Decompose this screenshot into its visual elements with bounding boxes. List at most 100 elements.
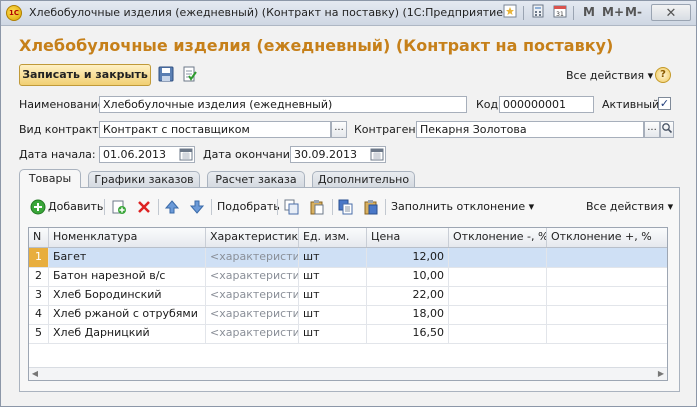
- row-price[interactable]: 16,50: [367, 324, 449, 343]
- copy-icon[interactable]: [284, 199, 300, 215]
- row-deviation-plus[interactable]: [547, 248, 667, 267]
- row-deviation-plus[interactable]: [547, 305, 667, 324]
- row-deviation-plus[interactable]: [547, 286, 667, 305]
- row-deviation-minus[interactable]: [449, 248, 547, 267]
- row-number: 5: [29, 324, 49, 343]
- row-deviation-minus[interactable]: [449, 286, 547, 305]
- copy-rows-icon[interactable]: [338, 199, 354, 215]
- scroll-right-icon[interactable]: ▶: [655, 368, 667, 380]
- row-characteristic[interactable]: <характеристи...: [206, 286, 299, 305]
- row-unit[interactable]: шт: [299, 286, 367, 305]
- help-button[interactable]: ?: [655, 67, 671, 83]
- table-all-actions-menu[interactable]: Все действия ▾: [586, 200, 673, 213]
- row-item[interactable]: Хлеб Бородинский: [49, 286, 206, 305]
- goods-table[interactable]: N Номенклатура Характеристика Ед. изм. Ц…: [28, 227, 668, 381]
- memory-button[interactable]: M: [583, 5, 595, 19]
- column-header-deviation-plus[interactable]: Отклонение +, %: [547, 228, 667, 247]
- horizontal-scrollbar[interactable]: ◀ ▶: [29, 367, 667, 380]
- table-row[interactable]: 5 Хлеб Дарницкий <характеристи... шт 16,…: [29, 324, 667, 344]
- add-button[interactable]: Добавить: [48, 200, 103, 213]
- row-price[interactable]: 12,00: [367, 248, 449, 267]
- pick-button[interactable]: Подобрать: [217, 200, 280, 213]
- name-label: Наименование:: [19, 98, 109, 111]
- save-icon[interactable]: [158, 66, 176, 84]
- row-deviation-minus[interactable]: [449, 305, 547, 324]
- row-characteristic[interactable]: <характеристи...: [206, 324, 299, 343]
- calculator-icon[interactable]: [529, 4, 547, 22]
- contract-type-field[interactable]: Контракт с поставщиком: [99, 121, 331, 138]
- app-logo-icon[interactable]: 1С: [6, 5, 22, 21]
- row-price[interactable]: 18,00: [367, 305, 449, 324]
- table-row[interactable]: 2 Батон нарезной в/с <характеристи... шт…: [29, 267, 667, 287]
- paste-icon[interactable]: [309, 199, 325, 215]
- counterparty-select-button[interactable]: ...: [644, 121, 660, 138]
- table-row[interactable]: 4 Хлеб ржаной с отрубями <характеристи..…: [29, 305, 667, 325]
- start-date-label: Дата начала:: [19, 148, 96, 161]
- row-characteristic[interactable]: <характеристи...: [206, 248, 299, 267]
- row-item[interactable]: Хлеб ржаной с отрубями: [49, 305, 206, 324]
- row-unit[interactable]: шт: [299, 305, 367, 324]
- tab-additional[interactable]: Дополнительно: [312, 171, 415, 188]
- column-header-deviation-minus[interactable]: Отклонение -, %: [449, 228, 547, 247]
- row-item[interactable]: Багет: [49, 248, 206, 267]
- row-item[interactable]: Хлеб Дарницкий: [49, 324, 206, 343]
- column-header-characteristic[interactable]: Характеристика: [206, 228, 299, 247]
- row-number: 4: [29, 305, 49, 324]
- form-all-actions-menu[interactable]: Все действия ▾: [566, 69, 653, 82]
- start-date-calendar-icon[interactable]: [179, 147, 193, 161]
- paste-rows-icon[interactable]: [363, 199, 379, 215]
- code-label: Код:: [476, 98, 502, 111]
- active-checkbox[interactable]: ✓: [658, 97, 671, 110]
- active-label: Активный:: [602, 98, 663, 111]
- close-icon: ✕: [665, 6, 677, 21]
- contract-type-label: Вид контракта:: [19, 123, 109, 136]
- row-characteristic[interactable]: <характеристи...: [206, 267, 299, 286]
- post-document-icon[interactable]: [181, 66, 199, 84]
- row-price[interactable]: 10,00: [367, 267, 449, 286]
- delete-icon[interactable]: [136, 199, 152, 215]
- title-bar: 1С Хлебобулочные изделия (ежедневный) (К…: [1, 1, 696, 26]
- scroll-left-icon[interactable]: ◀: [29, 368, 41, 380]
- tab-order-calculation[interactable]: Расчет заказа: [207, 171, 305, 188]
- column-header-unit[interactable]: Ед. изм.: [299, 228, 367, 247]
- end-date-calendar-icon[interactable]: [370, 147, 384, 161]
- tab-order-schedules[interactable]: Графики заказов: [88, 171, 200, 188]
- row-deviation-plus[interactable]: [547, 267, 667, 286]
- search-icon: [662, 123, 673, 134]
- name-field[interactable]: Хлебобулочные изделия (ежедневный): [99, 96, 467, 113]
- memory-plus-button[interactable]: M+: [602, 5, 624, 19]
- memory-minus-button[interactable]: M-: [625, 5, 642, 19]
- save-and-close-button[interactable]: Записать и закрыть: [19, 64, 151, 86]
- code-field[interactable]: 000000001: [499, 96, 594, 113]
- move-down-icon[interactable]: [189, 199, 205, 215]
- row-deviation-plus[interactable]: [547, 324, 667, 343]
- row-unit[interactable]: шт: [299, 267, 367, 286]
- table-row[interactable]: 1 Багет <характеристи... шт 12,00: [29, 248, 667, 268]
- counterparty-open-button[interactable]: [660, 121, 674, 138]
- copy-row-icon[interactable]: [111, 199, 127, 215]
- row-unit[interactable]: шт: [299, 324, 367, 343]
- column-header-item[interactable]: Номенклатура: [49, 228, 206, 247]
- move-up-icon[interactable]: [164, 199, 180, 215]
- row-number: 1: [29, 248, 49, 267]
- add-icon[interactable]: [30, 199, 46, 215]
- table-row[interactable]: 3 Хлеб Бородинский <характеристи... шт 2…: [29, 286, 667, 306]
- main-window: 1С Хлебобулочные изделия (ежедневный) (К…: [0, 0, 697, 407]
- tab-goods[interactable]: Товары: [19, 169, 81, 188]
- row-deviation-minus[interactable]: [449, 267, 547, 286]
- counterparty-field[interactable]: Пекарня Золотова: [416, 121, 644, 138]
- row-price[interactable]: 22,00: [367, 286, 449, 305]
- close-button[interactable]: ✕: [651, 4, 691, 21]
- column-header-n[interactable]: N: [29, 228, 49, 247]
- row-characteristic[interactable]: <характеристи...: [206, 305, 299, 324]
- row-item[interactable]: Батон нарезной в/с: [49, 267, 206, 286]
- row-unit[interactable]: шт: [299, 248, 367, 267]
- favorites-icon[interactable]: [501, 4, 519, 22]
- fill-deviation-menu[interactable]: Заполнить отклонение ▾: [391, 200, 534, 213]
- table-header: N Номенклатура Характеристика Ед. изм. Ц…: [29, 228, 667, 248]
- row-deviation-minus[interactable]: [449, 324, 547, 343]
- column-header-price[interactable]: Цена: [367, 228, 449, 247]
- calendar-icon[interactable]: 31: [551, 4, 569, 22]
- end-date-label: Дата окончания:: [203, 148, 301, 161]
- contract-type-select-button[interactable]: ...: [331, 121, 347, 138]
